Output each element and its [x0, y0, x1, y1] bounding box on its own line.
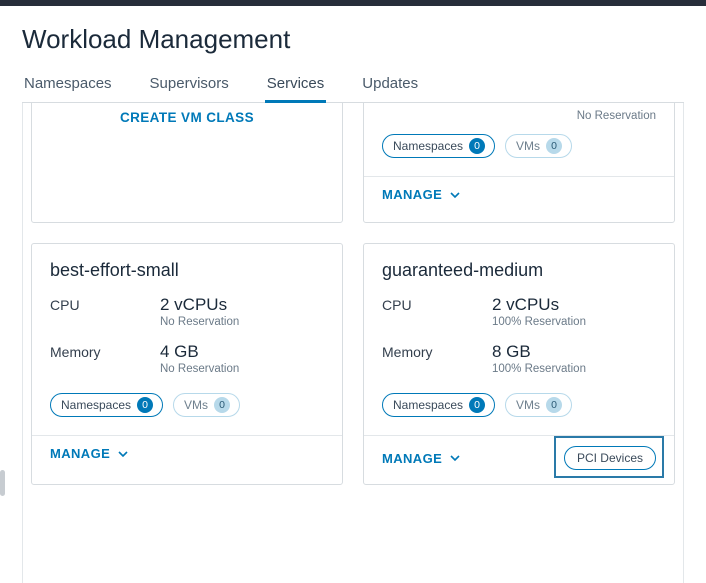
chip-label: Namespaces	[393, 139, 463, 153]
memory-sub: 100% Reservation	[492, 363, 586, 375]
reservation-sub: No Reservation	[382, 110, 656, 122]
manage-button[interactable]: MANAGE	[50, 446, 128, 461]
vm-class-card-partial: No Reservation Namespaces 0 VMs 0 MANAGE	[363, 103, 675, 223]
manage-label: MANAGE	[50, 446, 110, 461]
chevron-down-icon	[450, 190, 460, 200]
tab-supervisors[interactable]: Supervisors	[148, 75, 231, 102]
manage-button[interactable]: MANAGE	[382, 187, 460, 202]
vm-class-card-best-effort-small: best-effort-small CPU 2 vCPUs No Reserva…	[31, 243, 343, 485]
memory-value: 4 GB	[160, 342, 239, 362]
memory-sub: No Reservation	[160, 363, 239, 375]
cpu-label: CPU	[382, 295, 492, 328]
memory-label: Memory	[50, 342, 160, 375]
page-title: Workload Management	[22, 24, 684, 55]
namespaces-chip[interactable]: Namespaces 0	[382, 393, 495, 417]
namespaces-chip[interactable]: Namespaces 0	[50, 393, 163, 417]
vms-chip[interactable]: VMs 0	[173, 393, 240, 417]
card-title: guaranteed-medium	[382, 260, 656, 281]
manage-button[interactable]: MANAGE	[382, 451, 460, 466]
cards-region: CREATE VM CLASS No Reservation Namespace…	[22, 103, 684, 583]
divider	[364, 435, 674, 436]
cpu-value: 2 vCPUs	[160, 295, 239, 315]
chip-label: Namespaces	[61, 398, 131, 412]
vms-count-badge: 0	[214, 397, 230, 413]
create-vm-class-button[interactable]: CREATE VM CLASS	[120, 110, 254, 125]
namespaces-count-badge: 0	[137, 397, 153, 413]
vms-count-badge: 0	[546, 397, 562, 413]
divider	[364, 176, 674, 177]
cpu-sub: 100% Reservation	[492, 316, 586, 328]
cpu-label: CPU	[50, 295, 160, 328]
vms-chip[interactable]: VMs 0	[505, 393, 572, 417]
chevron-down-icon	[450, 453, 460, 463]
tab-updates[interactable]: Updates	[360, 75, 420, 102]
manage-label: MANAGE	[382, 451, 442, 466]
manage-label: MANAGE	[382, 187, 442, 202]
chip-label: Namespaces	[393, 398, 463, 412]
vms-count-badge: 0	[546, 138, 562, 154]
namespaces-count-badge: 0	[469, 397, 485, 413]
memory-label: Memory	[382, 342, 492, 375]
chip-label: VMs	[516, 139, 540, 153]
vms-chip[interactable]: VMs 0	[505, 134, 572, 158]
vm-class-card-guaranteed-medium: guaranteed-medium CPU 2 vCPUs 100% Reser…	[363, 243, 675, 485]
tabs: Namespaces Supervisors Services Updates	[22, 75, 684, 103]
create-vm-class-card: CREATE VM CLASS	[31, 103, 343, 223]
chip-label: VMs	[516, 398, 540, 412]
tab-services[interactable]: Services	[265, 75, 327, 102]
chevron-down-icon	[118, 449, 128, 459]
card-title: best-effort-small	[50, 260, 324, 281]
cpu-value: 2 vCPUs	[492, 295, 586, 315]
scrollbar-nub[interactable]	[0, 470, 5, 496]
cpu-sub: No Reservation	[160, 316, 239, 328]
pci-devices-button[interactable]: PCI Devices	[564, 446, 656, 470]
chip-label: VMs	[184, 398, 208, 412]
tab-namespaces[interactable]: Namespaces	[22, 75, 114, 102]
divider	[32, 435, 342, 436]
memory-value: 8 GB	[492, 342, 586, 362]
namespaces-count-badge: 0	[469, 138, 485, 154]
namespaces-chip[interactable]: Namespaces 0	[382, 134, 495, 158]
